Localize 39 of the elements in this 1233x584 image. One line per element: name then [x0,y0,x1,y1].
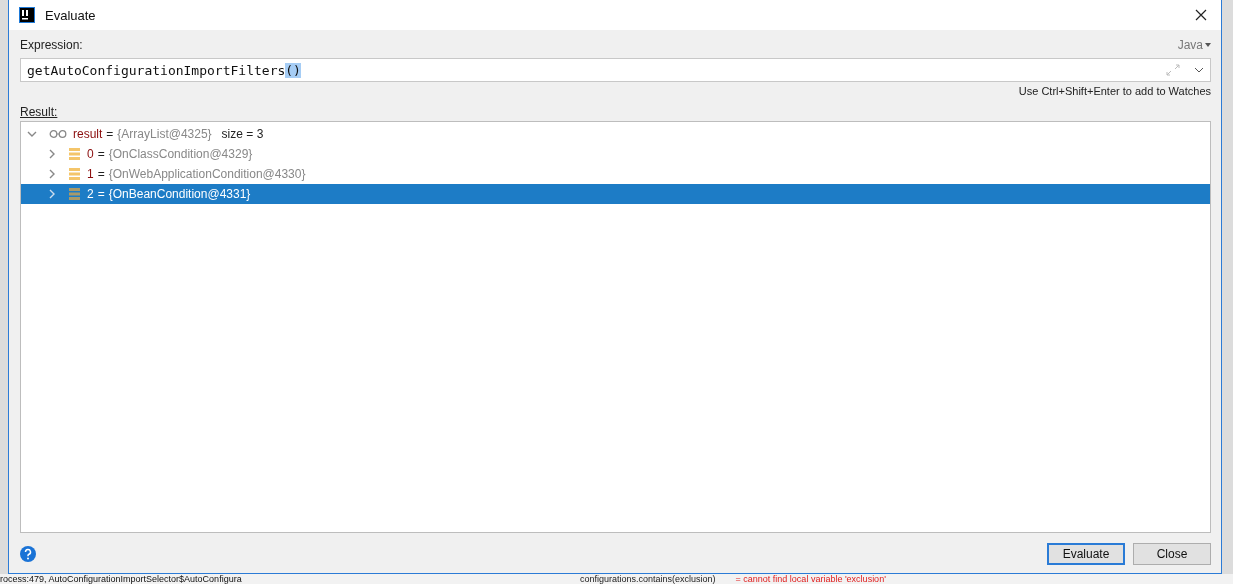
help-icon[interactable] [20,546,36,562]
variable-value: {OnWebApplicationCondition@4330} [108,167,306,181]
app-logo-icon [19,7,35,23]
expand-icon[interactable] [1166,64,1180,76]
variable-value: {OnBeanCondition@4331} [108,187,251,201]
tree-row[interactable]: 2 = {OnBeanCondition@4331} [21,184,1210,204]
equals-sign: = [97,147,105,161]
equals-sign: = [106,127,114,141]
caret-icon[interactable] [1205,43,1211,47]
variable-name: 1 [87,167,94,181]
equals-sign: = [97,167,105,181]
evaluate-button[interactable]: Evaluate [1047,543,1125,565]
window-title: Evaluate [45,7,97,23]
close-icon[interactable] [1195,9,1207,21]
list-icon [69,148,81,160]
language-dropdown[interactable]: Java [1177,38,1211,52]
variable-name: result [73,127,103,141]
expression-label: Expression: [20,38,83,52]
size-text: size = 3 [221,127,264,141]
error-expression: configurations.contains(exclusion) [580,574,716,584]
chevron-down-icon[interactable] [27,129,37,139]
equals-sign: = [97,187,105,201]
chevron-down-icon[interactable] [1194,67,1204,73]
variable-name: 2 [87,187,94,201]
variable-value: {OnClassCondition@4329} [108,147,253,161]
list-icon [69,188,81,200]
stack-frame-text: rocess:479, AutoConfigurationImportSelector$AutoConfigura [0,574,243,584]
tree-row[interactable]: 0 = {OnClassCondition@4329} [21,144,1210,164]
glasses-icon [49,130,67,138]
result-label: Result: [20,105,59,119]
variable-name: 0 [87,147,94,161]
watches-hint: Use Ctrl+Shift+Enter to add to Watches [1018,85,1211,99]
variable-value: {ArrayList@4325} [117,127,212,141]
list-icon [69,168,81,180]
error-message: = cannot find local variable 'exclusion' [735,574,886,584]
expression-field[interactable]: getAutoConfigurationImportFilters() [20,58,1211,82]
close-button[interactable]: Close [1133,543,1211,565]
tree-row[interactable]: 1 = {OnWebApplicationCondition@4330} [21,164,1210,184]
tree-row[interactable]: result = {ArrayList@4325} size = 3 [21,124,1210,144]
